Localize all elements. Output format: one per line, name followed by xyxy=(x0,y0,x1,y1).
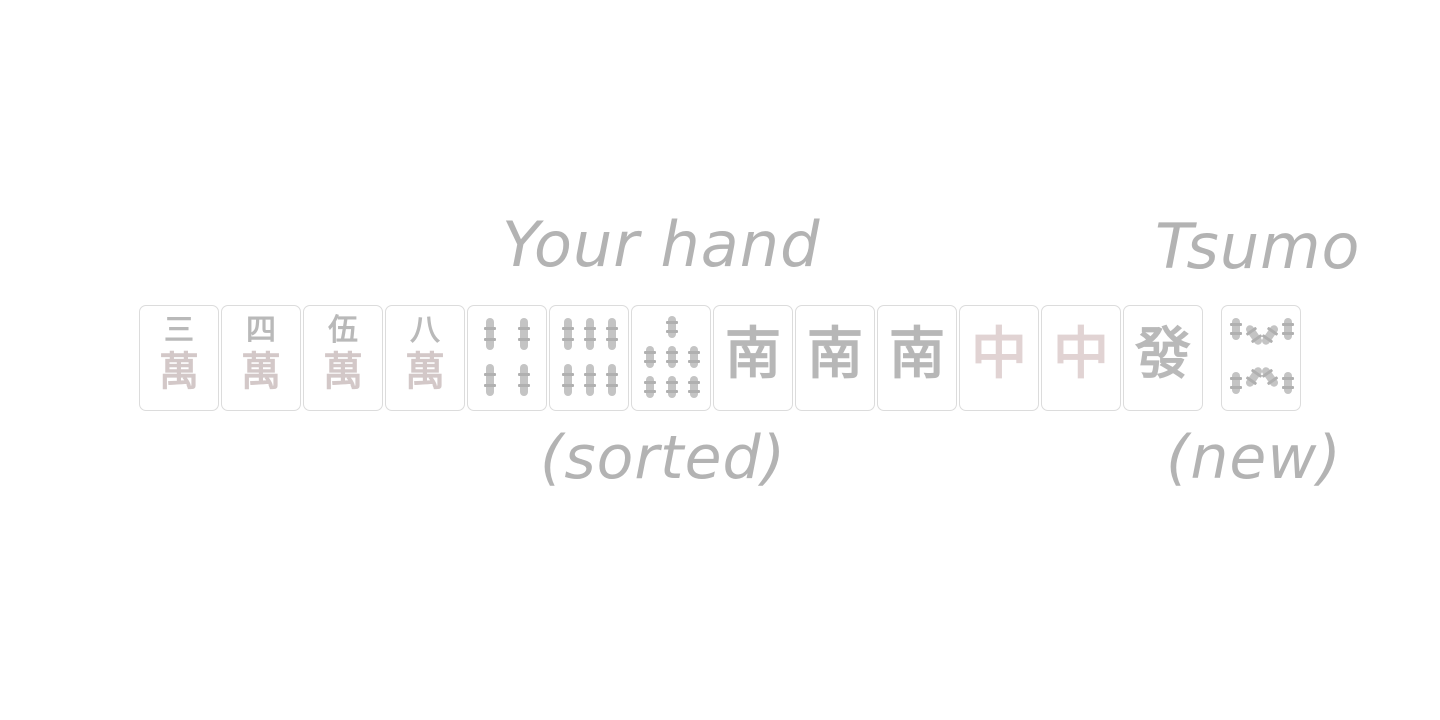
tile-6-sou[interactable] xyxy=(549,305,629,411)
bamboo-stick-icon xyxy=(562,318,574,350)
tile-rank-char: 三 xyxy=(164,313,194,348)
bamboo-stick-icon xyxy=(606,364,618,396)
red-dragon-char: 中 xyxy=(971,321,1027,387)
bamboo-stick-icon xyxy=(1244,365,1264,389)
bamboo-stick-icon xyxy=(644,376,656,398)
tile-4-man[interactable]: 四 萬 xyxy=(221,305,301,411)
tile-7-sou[interactable] xyxy=(631,305,711,411)
tsumo-subtitle: (new) xyxy=(1166,423,1342,493)
bamboo-stick-icon xyxy=(1282,372,1294,394)
hand-subtitle: (sorted) xyxy=(540,423,786,493)
bamboo-stick-icon xyxy=(518,318,530,350)
south-wind-char: 南 xyxy=(725,321,781,387)
tile-4-sou[interactable] xyxy=(467,305,547,411)
bamboo-stick-icon xyxy=(1244,323,1264,347)
bamboo-stick-icon xyxy=(584,318,596,350)
tile-suit-char: 萬 xyxy=(241,348,281,395)
south-wind-char: 南 xyxy=(889,321,945,387)
green-dragon-char: 發 xyxy=(1135,321,1191,387)
bamboo-stick-icon xyxy=(1260,365,1280,389)
bamboo-sticks xyxy=(476,316,538,400)
bamboo-stick-icon xyxy=(688,346,700,368)
bamboo-stick-icon xyxy=(584,364,596,396)
bamboo-stick-icon xyxy=(644,346,656,368)
tile-south-wind[interactable]: 南 xyxy=(877,305,957,411)
bamboo-stick-icon xyxy=(518,364,530,396)
tile-south-wind[interactable]: 南 xyxy=(713,305,793,411)
bamboo-stick-icon xyxy=(666,346,678,368)
tile-3-man[interactable]: 三 萬 xyxy=(139,305,219,411)
bamboo-stick-icon xyxy=(1230,372,1242,394)
bamboo-stick-icon xyxy=(1260,323,1280,347)
tile-rank-char: 伍 xyxy=(328,313,358,348)
tile-rank-char: 四 xyxy=(246,313,276,348)
bamboo-stick-icon xyxy=(484,364,496,396)
bamboo-stick-icon xyxy=(484,318,496,350)
south-wind-char: 南 xyxy=(807,321,863,387)
tile-green-dragon[interactable]: 發 xyxy=(1123,305,1203,411)
bamboo-stick-icon xyxy=(562,364,574,396)
bamboo-stick-icon xyxy=(606,318,618,350)
tsumo-title: Tsumo xyxy=(1155,210,1361,283)
bamboo-stick-icon xyxy=(1230,318,1242,340)
tile-suit-char: 萬 xyxy=(323,348,363,395)
bamboo-stick-icon xyxy=(666,316,678,338)
tile-5-man[interactable]: 伍 萬 xyxy=(303,305,383,411)
bamboo-sticks xyxy=(640,316,702,400)
tile-south-wind[interactable]: 南 xyxy=(795,305,875,411)
bamboo-stick-icon xyxy=(688,376,700,398)
tile-suit-char: 萬 xyxy=(159,348,199,395)
tile-8-man[interactable]: 八 萬 xyxy=(385,305,465,411)
tile-rank-char: 八 xyxy=(410,313,440,348)
bamboo-sticks xyxy=(558,316,620,400)
tile-red-dragon[interactable]: 中 xyxy=(959,305,1039,411)
bamboo-sticks xyxy=(1230,316,1294,400)
tsumo-tile-8-sou[interactable] xyxy=(1221,305,1301,411)
bamboo-stick-icon xyxy=(1282,318,1294,340)
bamboo-stick-icon xyxy=(666,376,678,398)
tile-red-dragon[interactable]: 中 xyxy=(1041,305,1121,411)
red-dragon-char: 中 xyxy=(1053,321,1109,387)
hand-title: Your hand xyxy=(502,208,821,281)
tile-suit-char: 萬 xyxy=(405,348,445,395)
